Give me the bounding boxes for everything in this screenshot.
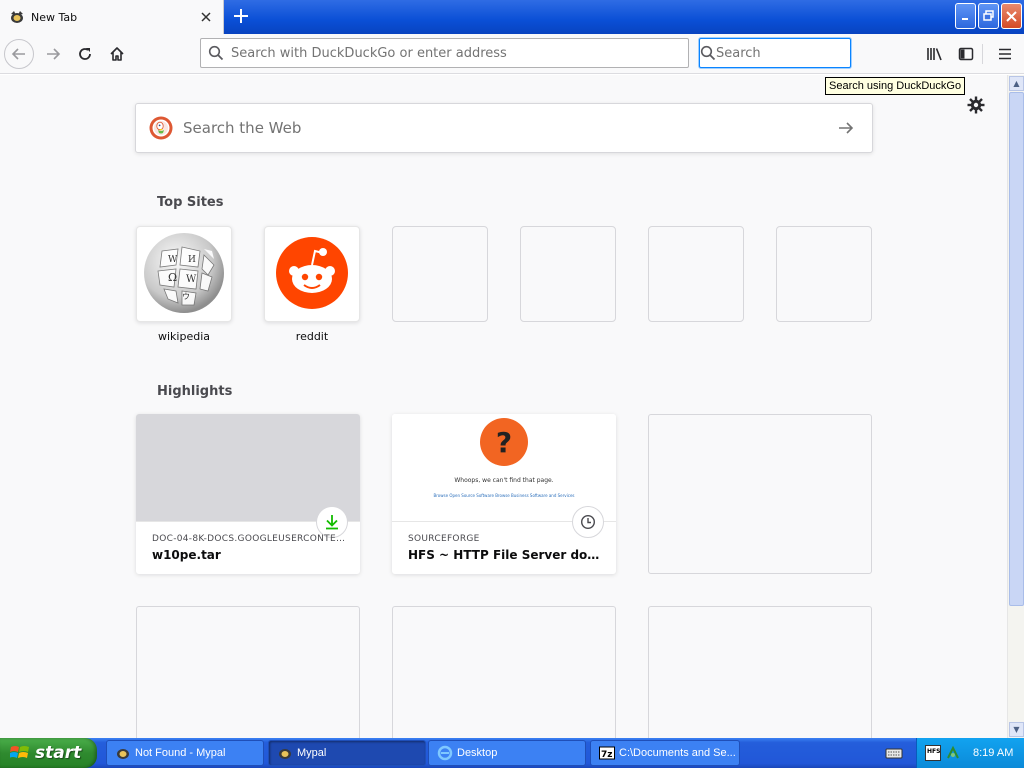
svg-text:7z: 7z — [601, 750, 613, 760]
svg-text:W: W — [168, 255, 178, 265]
window-close-button[interactable] — [1001, 3, 1022, 29]
mypal-icon — [277, 745, 293, 761]
start-label: start — [35, 743, 82, 763]
sidebar-toggle-button[interactable] — [951, 39, 981, 69]
new-tab-button[interactable] — [229, 4, 253, 28]
scroll-down-arrow-icon[interactable]: ▼ — [1009, 722, 1024, 737]
web-search-box[interactable] — [135, 103, 873, 153]
system-clock: 8:19 AM — [973, 747, 1014, 759]
search-input[interactable] — [716, 45, 886, 61]
highlight-placeholder — [136, 606, 360, 738]
taskbar-item-7zip[interactable]: 7z C:\Documents and Se... — [590, 740, 740, 766]
taskbar-item-mypal[interactable]: Mypal — [268, 740, 426, 766]
windows-taskbar: start Not Found - Mypal Mypal Desktop 7z… — [0, 738, 1024, 768]
duckduckgo-logo-icon — [149, 116, 173, 140]
vertical-scrollbar[interactable]: ▲ ▼ — [1007, 75, 1024, 738]
search-icon — [201, 45, 231, 61]
wikipedia-globe-icon: W Ω И W ウ — [142, 231, 226, 318]
library-button[interactable] — [920, 39, 950, 69]
hfs-tray-label: HFS — [927, 748, 941, 755]
toolbar-separator — [982, 44, 983, 64]
keyboard-icon[interactable] — [885, 745, 903, 761]
svg-text:Ω: Ω — [168, 271, 177, 284]
svg-text:И: И — [188, 255, 196, 265]
search-bar[interactable] — [699, 38, 886, 68]
taskbar-item-not-found[interactable]: Not Found - Mypal — [106, 740, 264, 766]
tab-new-tab[interactable]: New Tab — [0, 0, 224, 34]
highlight-placeholder — [392, 606, 616, 738]
scrollbar-thumb[interactable] — [1009, 92, 1024, 606]
new-tab-page: Top Sites W Ω И W ウ wikipedia — [0, 75, 1007, 738]
network-tray-icon[interactable] — [945, 745, 961, 761]
navigation-toolbar — [0, 34, 1024, 74]
gear-icon[interactable] — [965, 94, 987, 116]
top-site-placeholder — [392, 226, 488, 322]
reload-button[interactable] — [70, 39, 100, 69]
windows-logo-icon — [10, 744, 30, 762]
internet-explorer-icon — [437, 745, 453, 761]
highlight-placeholder — [648, 606, 872, 738]
taskbar-item-label: Desktop — [457, 747, 498, 759]
svg-text:?: ? — [496, 426, 512, 459]
reddit-alien-icon — [276, 236, 348, 312]
window-minimize-button[interactable] — [955, 3, 976, 29]
back-button[interactable] — [4, 39, 34, 69]
address-bar[interactable] — [200, 38, 689, 68]
svg-text:W: W — [186, 274, 197, 285]
home-button[interactable] — [102, 39, 132, 69]
highlight-placeholder — [648, 414, 872, 574]
system-tray: HFS 8:19 AM — [916, 738, 1024, 768]
mypal-icon — [115, 745, 131, 761]
card-title: w10pe.tar — [152, 548, 221, 562]
highlight-card[interactable]: ? Whoops, we can't find that page. Brows… — [392, 414, 616, 574]
tab-strip: New Tab — [0, 0, 1024, 34]
7zip-icon: 7z — [599, 745, 615, 761]
hamburger-menu-button[interactable] — [990, 39, 1020, 69]
svg-text:ウ: ウ — [182, 292, 190, 301]
window-restore-button[interactable] — [978, 3, 999, 29]
forward-button[interactable] — [38, 39, 68, 69]
taskbar-item-label: Mypal — [297, 747, 327, 759]
taskbar-item-label: Not Found - Mypal — [135, 747, 226, 759]
top-site-tile-wikipedia[interactable]: W Ω И W ウ — [136, 226, 232, 322]
arrow-right-icon[interactable] — [834, 116, 858, 140]
top-site-placeholder — [776, 226, 872, 322]
taskbar-item-label: C:\Documents and Se... — [619, 747, 736, 759]
search-icon — [700, 45, 716, 61]
preview-message: Whoops, we can't find that page. — [454, 477, 554, 484]
top-site-label: wikipedia — [157, 330, 210, 343]
top-site-placeholder — [648, 226, 744, 322]
highlights-heading: Highlights — [157, 384, 233, 399]
mypal-favicon-icon — [9, 9, 25, 25]
top-site-tile-reddit[interactable] — [264, 226, 360, 322]
top-site-placeholder — [520, 226, 616, 322]
taskbar-item-desktop[interactable]: Desktop — [428, 740, 586, 766]
tab-title: New Tab — [31, 10, 78, 24]
preview-links: Browse Open Source Software Browse Busin… — [433, 493, 575, 498]
card-title: HFS ~ HTTP File Server download — [408, 548, 604, 562]
tab-close-icon[interactable] — [197, 8, 215, 26]
scroll-up-arrow-icon[interactable]: ▲ — [1009, 76, 1024, 91]
search-tooltip: Search using DuckDuckGo — [825, 77, 966, 95]
start-button[interactable]: start — [0, 738, 97, 768]
web-search-input[interactable] — [183, 119, 834, 137]
card-host: SOURCEFORGE — [408, 534, 480, 544]
top-sites-heading: Top Sites — [157, 195, 224, 210]
top-site-label: reddit — [295, 330, 329, 343]
card-host: DOC-04-8K-DOCS.GOOGLEUSERCONTENT.COM — [152, 534, 348, 544]
highlight-card[interactable]: DOC-04-8K-DOCS.GOOGLEUSERCONTENT.COM w10… — [136, 414, 360, 574]
address-input[interactable] — [231, 45, 688, 61]
